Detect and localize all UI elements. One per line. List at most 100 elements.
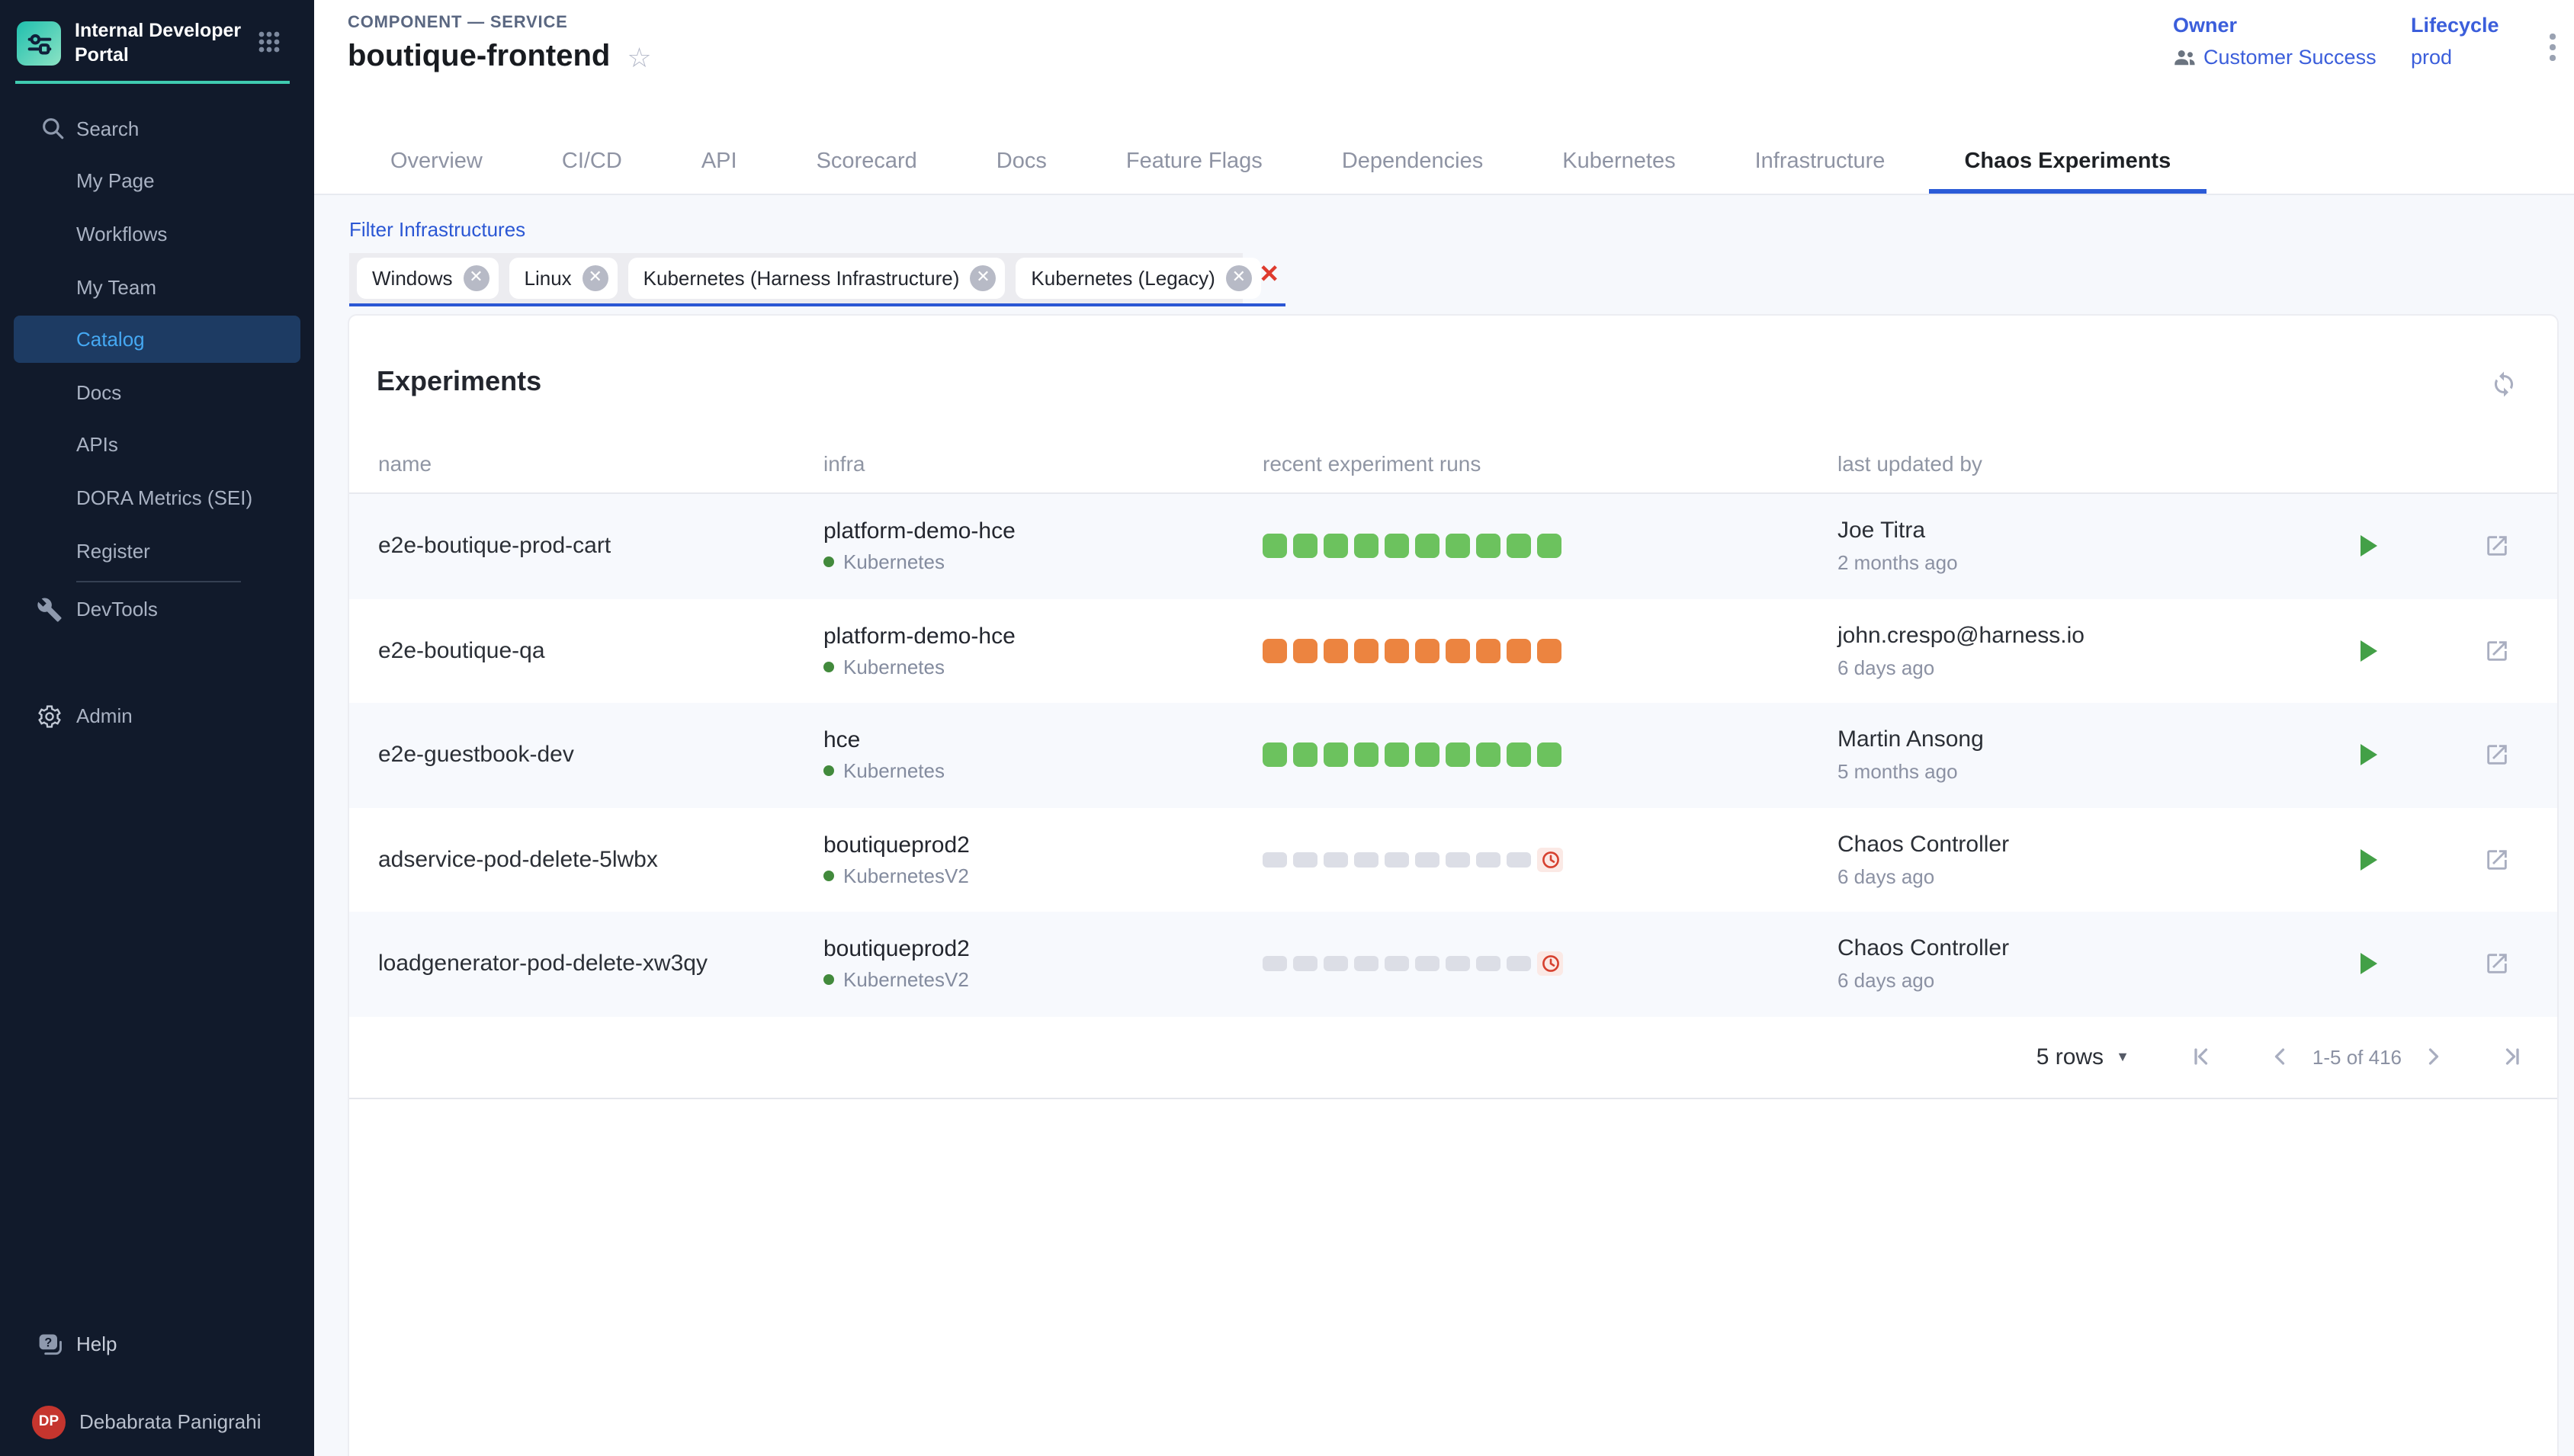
run-square-pending[interactable]: [1415, 852, 1439, 868]
run-square-passed[interactable]: [1293, 534, 1317, 559]
last-page-button[interactable]: [2496, 1040, 2530, 1073]
run-square-pending[interactable]: [1507, 852, 1531, 868]
filter-infrastructures-link[interactable]: Filter Infrastructures: [349, 218, 525, 241]
run-experiment-button[interactable]: [2354, 948, 2383, 981]
run-square-pending[interactable]: [1446, 852, 1470, 868]
run-square-passed[interactable]: [1415, 534, 1439, 559]
run-square-passed[interactable]: [1507, 534, 1531, 559]
tab-chaos-experiments[interactable]: Chaos Experiments: [1924, 130, 2210, 194]
run-square-pending[interactable]: [1324, 957, 1348, 972]
more-options-kebab-icon[interactable]: [2544, 27, 2561, 66]
open-experiment-button[interactable]: [2484, 742, 2510, 768]
filter-input[interactable]: Windows ✕ Linux ✕ Kubernetes (Harness In…: [349, 253, 1285, 306]
clear-filters-icon[interactable]: ✕: [1259, 264, 1279, 288]
run-square-failed[interactable]: [1537, 639, 1561, 663]
tab-kubernetes[interactable]: Kubernetes: [1523, 130, 1715, 194]
run-square-pending[interactable]: [1263, 957, 1287, 972]
run-square-pending[interactable]: [1507, 957, 1531, 972]
table-row[interactable]: e2e-guestbook-dev hce Kubernetes Martin …: [349, 703, 2557, 807]
run-square-passed[interactable]: [1293, 743, 1317, 768]
sidebar-item-my-team[interactable]: My Team: [0, 261, 314, 313]
open-experiment-button[interactable]: [2484, 951, 2510, 977]
sidebar-item-workflows[interactable]: Workflows: [0, 207, 314, 260]
remove-chip-icon[interactable]: ✕: [970, 265, 996, 291]
run-square-pending[interactable]: [1354, 852, 1378, 868]
prev-page-button[interactable]: [2264, 1040, 2297, 1073]
run-square-failed[interactable]: [1385, 639, 1409, 663]
run-experiment-button[interactable]: [2354, 634, 2383, 668]
run-square-passed[interactable]: [1263, 534, 1287, 559]
run-experiment-button[interactable]: [2354, 739, 2383, 772]
run-square-passed[interactable]: [1537, 534, 1561, 559]
tab-ci-cd[interactable]: CI/CD: [522, 130, 662, 194]
owner-link[interactable]: Customer Success: [2173, 46, 2377, 69]
sidebar-item-devtools[interactable]: DevTools: [0, 582, 314, 636]
sidebar-item-admin[interactable]: Admin: [0, 689, 314, 742]
run-square-pending[interactable]: [1293, 852, 1317, 868]
run-square-failed[interactable]: [1293, 639, 1317, 663]
filter-chip[interactable]: Linux ✕: [509, 258, 618, 299]
run-square-passed[interactable]: [1446, 743, 1470, 768]
sidebar-item-my-page[interactable]: My Page: [0, 155, 314, 207]
sidebar-item-catalog[interactable]: Catalog: [0, 313, 314, 366]
run-square-passed[interactable]: [1415, 743, 1439, 768]
sidebar-item-help[interactable]: ? Help: [0, 1317, 314, 1371]
tab-feature-flags[interactable]: Feature Flags: [1086, 130, 1302, 194]
sidebar-item-search[interactable]: Search: [0, 102, 314, 155]
run-square-failed[interactable]: [1507, 639, 1531, 663]
remove-chip-icon[interactable]: ✕: [1226, 265, 1252, 291]
filter-chip[interactable]: Kubernetes (Harness Infrastructure) ✕: [628, 258, 1006, 299]
run-square-failed[interactable]: [1476, 639, 1500, 663]
sidebar-item-apis[interactable]: APIs: [0, 419, 314, 471]
open-experiment-button[interactable]: [2484, 534, 2510, 560]
table-row[interactable]: e2e-boutique-prod-cart platform-demo-hce…: [349, 494, 2557, 598]
run-square-failed[interactable]: [1263, 639, 1287, 663]
rows-per-page-select[interactable]: 5 rows ▼: [2036, 1044, 2129, 1070]
tab-dependencies[interactable]: Dependencies: [1302, 130, 1523, 194]
favorite-star-icon[interactable]: ☆: [627, 43, 651, 71]
run-square-pending[interactable]: [1385, 852, 1409, 868]
run-square-failed[interactable]: [1415, 639, 1439, 663]
run-square-pending[interactable]: [1293, 957, 1317, 972]
sidebar-item-docs[interactable]: Docs: [0, 366, 314, 419]
refresh-icon[interactable]: [2490, 370, 2518, 398]
table-row[interactable]: adservice-pod-delete-5lwbx boutiqueprod2…: [349, 807, 2557, 912]
run-square-pending[interactable]: [1446, 957, 1470, 972]
run-square-passed[interactable]: [1476, 534, 1500, 559]
run-square-passed[interactable]: [1324, 743, 1348, 768]
run-square-passed[interactable]: [1385, 743, 1409, 768]
run-square-failed[interactable]: [1354, 639, 1378, 663]
tab-docs[interactable]: Docs: [957, 130, 1086, 194]
run-experiment-button[interactable]: [2354, 843, 2383, 877]
run-square-passed[interactable]: [1446, 534, 1470, 559]
remove-chip-icon[interactable]: ✕: [464, 265, 489, 291]
tab-api[interactable]: API: [662, 130, 777, 194]
filter-chip[interactable]: Windows ✕: [357, 258, 499, 299]
run-square-failed[interactable]: [1324, 639, 1348, 663]
run-square-pending[interactable]: [1476, 957, 1500, 972]
run-square-pending[interactable]: [1385, 957, 1409, 972]
run-square-passed[interactable]: [1476, 743, 1500, 768]
run-square-passed[interactable]: [1324, 534, 1348, 559]
run-square-passed[interactable]: [1354, 743, 1378, 768]
run-square-passed[interactable]: [1354, 534, 1378, 559]
run-square-failed[interactable]: [1446, 639, 1470, 663]
next-page-button[interactable]: [2417, 1040, 2450, 1073]
table-row[interactable]: loadgenerator-pod-delete-xw3qy boutiquep…: [349, 912, 2557, 1016]
run-square-passed[interactable]: [1507, 743, 1531, 768]
run-experiment-button[interactable]: [2354, 530, 2383, 563]
run-square-pending[interactable]: [1476, 852, 1500, 868]
run-square-passed[interactable]: [1385, 534, 1409, 559]
sidebar-item-register[interactable]: Register: [0, 524, 314, 577]
tab-infrastructure[interactable]: Infrastructure: [1715, 130, 1925, 194]
table-row[interactable]: e2e-boutique-qa platform-demo-hce Kubern…: [349, 598, 2557, 703]
sidebar-user[interactable]: DP Debabrata Panigrahi: [0, 1395, 314, 1448]
tab-scorecard[interactable]: Scorecard: [777, 130, 957, 194]
first-page-button[interactable]: [2184, 1040, 2218, 1073]
run-square-pending[interactable]: [1263, 852, 1287, 868]
run-square-passed[interactable]: [1537, 743, 1561, 768]
remove-chip-icon[interactable]: ✕: [583, 265, 608, 291]
filter-chip[interactable]: Kubernetes (Legacy) ✕: [1016, 258, 1260, 299]
sidebar-item-dora-metrics-sei-[interactable]: DORA Metrics (SEI): [0, 471, 314, 524]
overrun-clock-icon[interactable]: [1537, 848, 1563, 872]
